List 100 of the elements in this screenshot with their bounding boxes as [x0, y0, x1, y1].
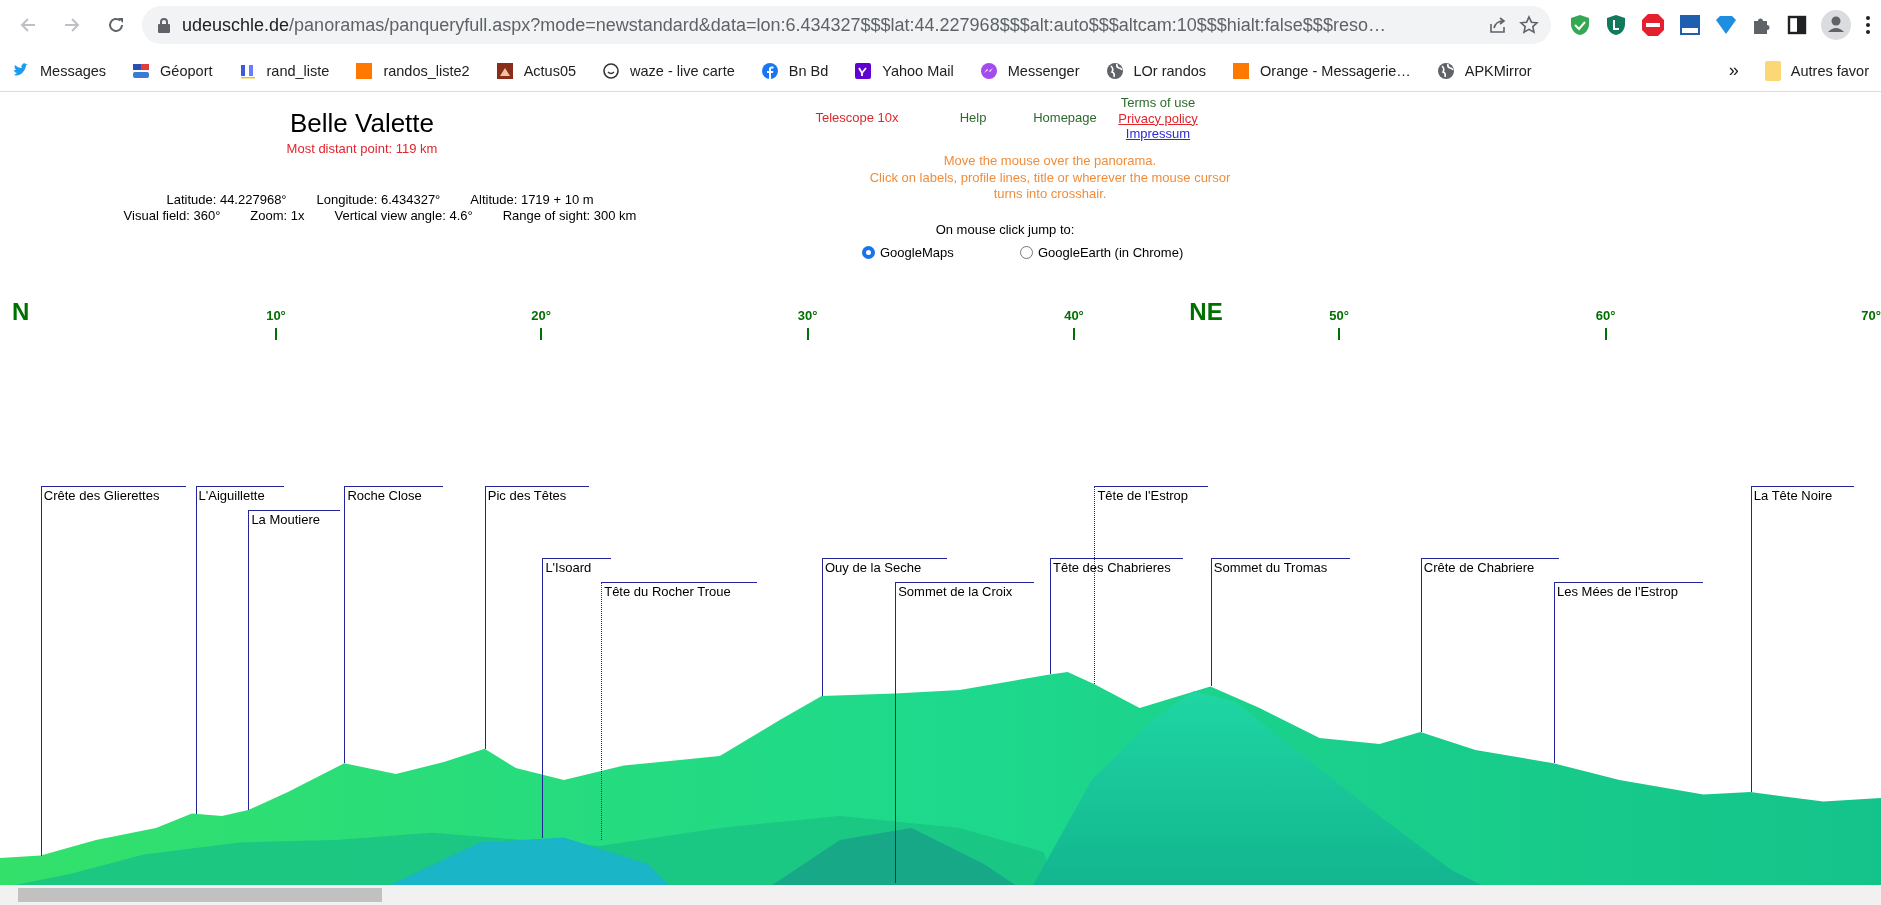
hint-text: Click on labels, profile lines, title or wherever the mouse cursor [868, 169, 1232, 186]
peak-label[interactable]: Sommet de la Croix [895, 582, 1035, 599]
bookmark-item[interactable]: Actus05 [495, 61, 577, 80]
bookmark-icon [1436, 61, 1455, 80]
peak-label[interactable]: La Moutiere [248, 510, 340, 527]
image-extension-icon[interactable] [1679, 14, 1701, 36]
scale-tick [275, 328, 277, 340]
peak-label[interactable]: Tête de l'Estrop [1094, 486, 1209, 503]
leader-line[interactable] [344, 486, 346, 764]
shield-check-icon[interactable] [1569, 14, 1591, 36]
bookmark-star-icon[interactable] [1519, 15, 1539, 35]
bookmark-item[interactable]: Orange - Messagerie… [1232, 61, 1411, 80]
page-link[interactable]: Impressum [1125, 126, 1191, 141]
side-panel-icon[interactable] [1787, 15, 1807, 35]
info-text: Latitude: 44.227968° [166, 192, 287, 208]
panorama-title[interactable]: Belle Valette [289, 108, 435, 139]
peak-label[interactable]: Les Mées de l'Estrop [1554, 582, 1703, 599]
leader-line[interactable] [1420, 558, 1422, 732]
scale-tick [1073, 328, 1075, 340]
leader-line[interactable] [484, 486, 486, 749]
compass-label: 70° [1861, 308, 1881, 323]
info-text: Longitude: 6.434327° [316, 192, 441, 208]
peak-label[interactable]: Tête des Chabrieres [1050, 558, 1184, 575]
horizontal-scrollbar[interactable] [0, 885, 1881, 905]
peak-label[interactable]: L'Aiguillette [195, 486, 285, 503]
bookmark-item[interactable]: rand_liste [238, 61, 330, 80]
hint-text: Move the mouse over the panorama. [942, 153, 1158, 170]
info-text: Visual field: 360° [123, 208, 221, 224]
leader-line[interactable] [1094, 486, 1096, 684]
bookmark-icon [1232, 61, 1251, 80]
bookmark-item[interactable]: waze - live carte [602, 61, 735, 80]
url-text: udeuschle.de/panoramas/panqueryfull.aspx?mode=newstandard&data=lon:6.434327$$$lat:44.227968$$$alt:auto$$$altcam:10$$$hialt:false$$$reso… [182, 14, 1387, 36]
bookmark-icon [854, 61, 873, 80]
back-arrow-icon [19, 16, 37, 34]
radio-option[interactable]: GoogleEarth (in Chrome) [1020, 245, 1184, 260]
page-link[interactable]: Privacy policy [1118, 110, 1198, 126]
peak-label[interactable]: Sommet du Tromas [1210, 558, 1350, 575]
bookmark-item[interactable]: Messenger [979, 61, 1080, 80]
scale-tick [1604, 328, 1607, 340]
bookmarks-overflow[interactable]: » [1728, 60, 1739, 81]
leader-line[interactable] [248, 510, 250, 810]
page-link[interactable]: Help [959, 110, 987, 125]
peak-label[interactable]: Tête du Rocher Troue [601, 582, 758, 599]
address-bar[interactable]: udeuschle.de/panoramas/panqueryfull.aspx?mode=newstandard&data=lon:6.434327$$$lat:44.227968$$$alt:auto$$$altcam:10$$$hialt:false$$$reso… [142, 6, 1551, 44]
compass-label: 60° [1595, 308, 1616, 323]
page-link[interactable]: Homepage [1033, 110, 1097, 125]
lock-icon [158, 17, 170, 33]
peak-label[interactable]: Pic des Têtes [484, 486, 590, 503]
info-text: Zoom: 1x [250, 208, 305, 224]
bookmark-icon [355, 61, 374, 80]
scale-tick [540, 328, 543, 340]
compass-label: 20° [531, 308, 551, 323]
peak-label[interactable]: L'Isoard [542, 558, 611, 575]
peak-label[interactable]: Crête de Chabriere [1420, 558, 1559, 575]
compass-label: NE [1189, 298, 1223, 326]
reload-icon [107, 16, 125, 34]
compass-label: 50° [1329, 308, 1349, 323]
compass-label: 10° [266, 308, 286, 323]
stop-sign-icon[interactable] [1641, 13, 1665, 37]
bookmark-item[interactable]: Géoport [132, 61, 213, 80]
distance-note: Most distant point: 119 km [286, 141, 438, 156]
peak-label[interactable]: Ouy de la Seche [822, 558, 947, 575]
bookmark-item[interactable]: Yahoo Mail [854, 61, 954, 80]
shield-icon[interactable] [1605, 14, 1627, 36]
radio-option[interactable]: GoogleMaps [862, 245, 954, 260]
bookmark-item[interactable]: randos_liste2 [355, 61, 470, 80]
leader-line[interactable] [1750, 486, 1752, 792]
info-text: Altitude: 1719 + 10 m [470, 192, 594, 208]
leader-line[interactable] [195, 486, 197, 814]
peak-label[interactable]: La Tête Noire [1750, 486, 1854, 503]
bookmark-icon [602, 61, 621, 80]
compass-label: N [12, 298, 30, 326]
profile-avatar-icon[interactable] [1821, 10, 1851, 40]
info-text: Vertical view angle: 4.6° [334, 208, 473, 224]
bookmark-icon [132, 61, 151, 80]
peak-label[interactable]: Crête des Glierettes [40, 486, 186, 503]
leader-line[interactable] [542, 558, 544, 838]
scale-tick [806, 328, 809, 340]
jump-label: On mouse click jump to: [935, 222, 1075, 237]
diamond-icon[interactable] [1715, 14, 1737, 36]
bookmark-icon [760, 61, 779, 80]
page-link[interactable]: Terms of use [1120, 95, 1196, 110]
leader-line[interactable] [601, 582, 603, 840]
peak-label[interactable]: Roche Close [344, 486, 443, 503]
bookmark-item[interactable]: Bn Bd [760, 61, 829, 80]
bookmark-folder[interactable]: Autres favor [1764, 60, 1869, 81]
leader-line[interactable] [40, 486, 42, 856]
scrollbar-thumb[interactable] [18, 888, 382, 902]
info-text: Range of sight: 300 km [502, 208, 637, 224]
leader-line[interactable] [895, 582, 897, 884]
compass-label: 40° [1064, 308, 1084, 323]
bookmark-icon [1105, 61, 1124, 80]
share-icon[interactable] [1487, 16, 1507, 34]
bookmark-item[interactable]: Messages [12, 61, 107, 80]
forward-arrow-icon [63, 16, 81, 34]
bookmark-item[interactable]: LOr randos [1105, 61, 1207, 80]
leader-line[interactable] [1210, 558, 1212, 687]
bookmark-item[interactable]: APKMirror [1436, 61, 1532, 80]
menu-icon[interactable] [1865, 15, 1871, 35]
page-link[interactable]: Telescope 10x [815, 110, 899, 125]
